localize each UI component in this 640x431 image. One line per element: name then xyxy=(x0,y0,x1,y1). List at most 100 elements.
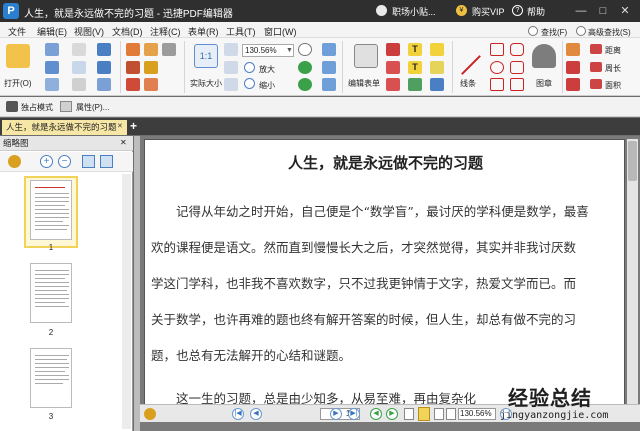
page-layout-icon[interactable] xyxy=(322,43,336,56)
edit-text-icon[interactable] xyxy=(126,78,140,91)
scroll-icon[interactable] xyxy=(322,78,336,91)
perimeter-label[interactable]: 周长 xyxy=(605,63,621,74)
save-icon[interactable] xyxy=(45,43,59,56)
hand-tool-icon[interactable] xyxy=(126,43,140,56)
menu-window[interactable]: 窗口(W) xyxy=(264,25,297,38)
cloud-tool-icon[interactable] xyxy=(510,61,524,74)
snapshot-icon[interactable] xyxy=(162,43,176,56)
fit-width-icon[interactable] xyxy=(224,61,238,74)
last-page-icon[interactable]: ▶| xyxy=(348,408,360,420)
page-thumbnail[interactable] xyxy=(30,263,72,323)
forward-icon[interactable]: ▶ xyxy=(386,408,398,420)
area-icon[interactable] xyxy=(590,79,602,89)
rotate-page-left-icon[interactable] xyxy=(82,155,95,168)
zoom-in-icon[interactable] xyxy=(244,62,255,73)
fit-page-icon[interactable] xyxy=(224,43,238,56)
panel-close-icon[interactable]: ✕ xyxy=(120,136,127,150)
zoom-out-icon[interactable] xyxy=(244,78,255,89)
rotate-right-icon[interactable] xyxy=(298,78,312,91)
text-box-icon[interactable]: T xyxy=(408,61,422,74)
lines-label[interactable]: 线条 xyxy=(460,78,476,89)
menu-edit[interactable]: 编辑(E) xyxy=(37,25,67,38)
thumb-zoom-in-icon[interactable]: + xyxy=(40,155,53,168)
actual-size-label[interactable]: 实际大小 xyxy=(190,78,222,89)
distance-icon[interactable] xyxy=(590,44,602,54)
edit-object-icon[interactable] xyxy=(144,78,158,91)
rectangle-tool-icon[interactable] xyxy=(490,43,504,56)
button-field-icon[interactable] xyxy=(386,78,400,91)
new-document-icon[interactable] xyxy=(72,43,86,56)
redo-icon[interactable] xyxy=(97,61,111,74)
ellipse-tool-icon[interactable] xyxy=(490,61,504,74)
pan-icon[interactable] xyxy=(144,61,158,74)
rotate-page-right-icon[interactable] xyxy=(100,155,113,168)
text-select-icon[interactable] xyxy=(126,61,140,74)
menu-comment[interactable]: 注释(C) xyxy=(150,25,181,38)
sound-icon[interactable] xyxy=(430,78,444,91)
highlight-icon[interactable] xyxy=(430,61,444,74)
page-thumbnail[interactable] xyxy=(30,180,72,240)
help-button[interactable]: 帮助 xyxy=(527,5,545,18)
menu-form[interactable]: 表单(R) xyxy=(188,25,219,38)
checkbox-field-icon[interactable] xyxy=(386,61,400,74)
print-icon[interactable] xyxy=(45,61,59,74)
fit-visible-icon[interactable] xyxy=(224,78,238,91)
first-page-icon[interactable]: |◀ xyxy=(232,408,244,420)
chevron-down-icon[interactable]: ▼ xyxy=(286,47,293,54)
thumb-zoom-out-icon[interactable]: − xyxy=(58,155,71,168)
edit-form-icon[interactable] xyxy=(354,44,378,68)
minimize-button[interactable]: — xyxy=(572,3,590,19)
line-tool-icon[interactable] xyxy=(461,55,481,75)
next-page-icon[interactable]: ▶ xyxy=(330,408,342,420)
polygon-tool-icon[interactable] xyxy=(510,43,524,56)
menu-view[interactable]: 视图(V) xyxy=(74,25,104,38)
page-thumbnail[interactable] xyxy=(30,348,72,408)
actual-size-icon[interactable]: 1:1 xyxy=(194,44,218,68)
add-tab-button[interactable]: + xyxy=(130,119,137,133)
menu-file[interactable]: 文件 xyxy=(8,25,26,38)
thumbnail-scrollbar[interactable] xyxy=(122,174,131,429)
tab-close-icon[interactable]: ✕ xyxy=(117,120,123,134)
area-label[interactable]: 面积 xyxy=(605,80,621,91)
user-name[interactable]: 职场小贴... xyxy=(392,5,436,18)
text-field-icon[interactable] xyxy=(386,43,400,56)
zoom-out-label[interactable]: 缩小 xyxy=(259,80,275,91)
distance-label[interactable]: 距离 xyxy=(605,45,621,56)
previous-page-icon[interactable]: ◀ xyxy=(250,408,262,420)
edit-form-label[interactable]: 编辑表单 xyxy=(348,78,380,89)
advanced-find-button[interactable]: 高级查找(S) xyxy=(588,27,631,38)
settings-gear-icon[interactable] xyxy=(8,155,21,168)
document-tab[interactable]: 人生，就是永远做不完的习题 ✕ xyxy=(2,120,127,135)
link-icon[interactable] xyxy=(97,78,111,91)
box-tool-icon[interactable] xyxy=(490,78,504,91)
exclusive-mode-button[interactable]: 独占模式 xyxy=(21,102,53,113)
pdf-page[interactable]: 人生，就是永远做不完的习题 记得从年幼之时开始，自己便是个“数学盲”，最讨厌的学… xyxy=(144,139,625,409)
single-page-icon[interactable] xyxy=(404,408,414,420)
status-zoom-select[interactable]: 130.56% xyxy=(458,408,496,420)
pencil-icon[interactable] xyxy=(566,61,580,74)
scan-icon[interactable] xyxy=(72,61,86,74)
facing-continuous-icon[interactable] xyxy=(446,408,456,420)
back-icon[interactable]: ◀ xyxy=(370,408,382,420)
stamp-label[interactable]: 图章 xyxy=(536,78,552,89)
two-page-icon[interactable] xyxy=(322,61,336,74)
buy-vip-button[interactable]: 购买VIP xyxy=(472,5,505,18)
eraser-icon[interactable] xyxy=(566,43,580,56)
facing-page-icon[interactable] xyxy=(434,408,444,420)
open-folder-icon[interactable] xyxy=(6,44,30,68)
continuous-page-icon[interactable] xyxy=(418,407,430,421)
typewriter-icon[interactable]: T xyxy=(408,43,422,56)
maximize-button[interactable]: □ xyxy=(594,3,612,19)
undo-icon[interactable] xyxy=(97,43,111,56)
magnifier-icon[interactable] xyxy=(298,43,312,56)
find-button[interactable]: 查找(F) xyxy=(541,27,567,38)
close-button[interactable]: ✕ xyxy=(616,3,634,19)
perimeter-icon[interactable] xyxy=(590,62,602,72)
menu-document[interactable]: 文档(D) xyxy=(112,25,143,38)
attach-icon[interactable] xyxy=(408,78,422,91)
note-icon[interactable] xyxy=(430,43,444,56)
select-tool-icon[interactable] xyxy=(144,43,158,56)
scrollbar-thumb[interactable] xyxy=(628,141,637,181)
properties-button[interactable]: 属性(P)... xyxy=(76,102,109,113)
zoom-in-label[interactable]: 放大 xyxy=(259,64,275,75)
